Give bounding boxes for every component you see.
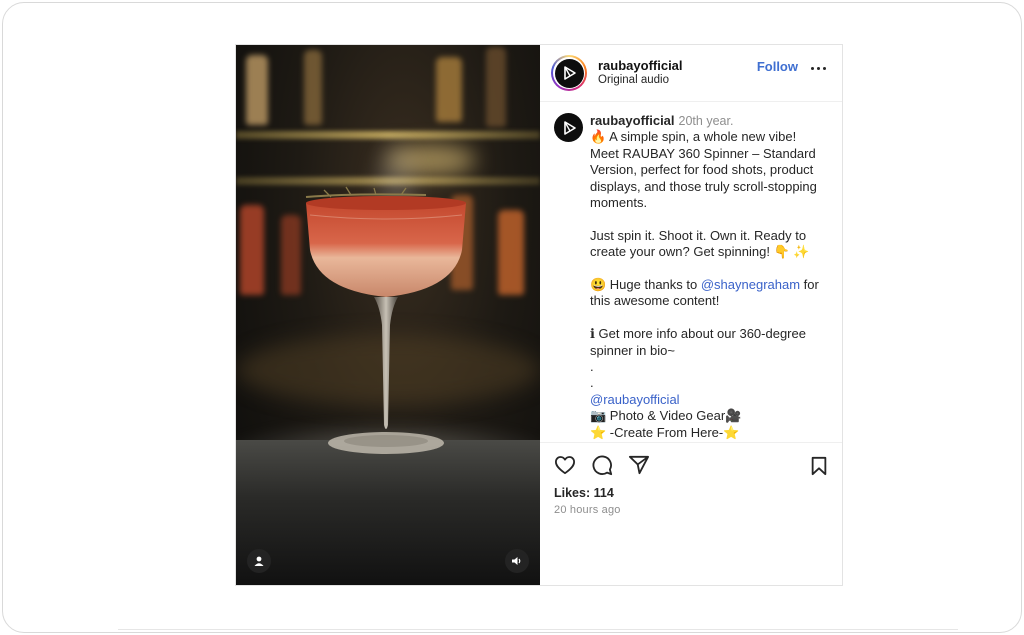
action-bar bbox=[540, 443, 842, 486]
original-audio-link[interactable]: Original audio bbox=[598, 73, 683, 88]
caption-line: 🔥 A simple spin, a whole new vibe! bbox=[590, 129, 797, 145]
heart-icon bbox=[555, 455, 575, 474]
caption-create-line: ⭐ -Create From Here-⭐ bbox=[590, 424, 740, 440]
comment-button[interactable] bbox=[591, 454, 613, 476]
instagram-post: raubayofficial Original audio Follow rau… bbox=[235, 44, 843, 586]
raubay-logo-icon bbox=[563, 120, 576, 135]
raubay-logo-icon bbox=[564, 66, 576, 80]
account-tag-link[interactable]: @raubayofficial bbox=[590, 392, 826, 408]
likes-count[interactable]: Likes: 114 bbox=[540, 486, 842, 500]
cocktail-glass bbox=[305, 186, 466, 454]
post-header: raubayofficial Original audio Follow bbox=[540, 45, 842, 102]
caption-username[interactable]: raubayofficial bbox=[590, 113, 675, 128]
audio-toggle-button[interactable] bbox=[505, 549, 529, 573]
header-username[interactable]: raubayofficial bbox=[598, 58, 683, 73]
caption-text: raubayofficial 20th year. 🔥 A simple spin… bbox=[590, 113, 826, 442]
divider bbox=[118, 629, 958, 630]
caption-time: 20th year. bbox=[678, 114, 734, 128]
bookmark-icon bbox=[811, 456, 827, 476]
mention-link[interactable]: @shaynegraham bbox=[701, 277, 800, 292]
share-button[interactable] bbox=[628, 455, 650, 475]
save-button[interactable] bbox=[810, 456, 828, 481]
story-ring-avatar[interactable] bbox=[551, 55, 587, 91]
post-video[interactable] bbox=[236, 45, 540, 585]
like-button[interactable] bbox=[554, 455, 576, 475]
caption-info-line: ℹ Get more info about our 360-degree spi… bbox=[590, 326, 806, 358]
caption-dot: . bbox=[590, 359, 594, 375]
avatar[interactable] bbox=[554, 113, 583, 142]
speaker-icon bbox=[512, 557, 521, 565]
user-tag-icon bbox=[254, 556, 264, 566]
follow-button[interactable]: Follow bbox=[757, 59, 798, 74]
caption-section: raubayofficial 20th year. 🔥 A simple spin… bbox=[540, 102, 842, 443]
caption-gear-line: 📷 Photo & Video Gear🎥 bbox=[590, 408, 742, 424]
avatar bbox=[554, 58, 584, 88]
caption-paragraph: Just spin it. Shoot it. Own it. Ready to… bbox=[590, 227, 810, 260]
send-icon bbox=[629, 455, 649, 474]
more-dots-icon[interactable] bbox=[811, 67, 826, 70]
post-details: raubayofficial Original audio Follow rau… bbox=[540, 45, 842, 585]
tagged-users-button[interactable] bbox=[247, 549, 271, 573]
posted-time: 20 hours ago bbox=[554, 504, 621, 516]
comment-icon bbox=[592, 455, 613, 475]
caption-line: Meet RAUBAY 360 Spinner – Standard Versi… bbox=[590, 145, 817, 211]
caption-dot: . bbox=[590, 375, 594, 391]
caption-thanks: 😃 Huge thanks to @shaynegraham for this … bbox=[590, 277, 819, 309]
